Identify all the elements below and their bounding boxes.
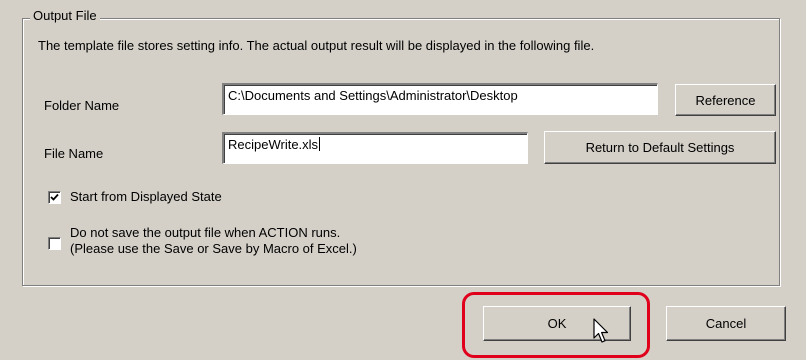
do-not-save-label-line1[interactable]: Do not save the output file when ACTION … xyxy=(70,225,340,240)
start-from-displayed-checkbox[interactable] xyxy=(48,191,61,204)
file-name-input[interactable]: RecipeWrite.xls xyxy=(222,132,528,164)
return-to-default-button[interactable]: Return to Default Settings xyxy=(544,131,776,164)
do-not-save-checkbox[interactable] xyxy=(48,237,61,250)
file-name-label: File Name xyxy=(44,146,104,161)
output-file-dialog: Output File The template file stores set… xyxy=(0,0,806,360)
folder-name-input[interactable]: C:\Documents and Settings\Administrator\… xyxy=(222,83,658,115)
do-not-save-label-line2[interactable]: (Please use the Save or Save by Macro of… xyxy=(70,241,357,256)
ok-highlight-frame xyxy=(462,292,650,358)
reference-button[interactable]: Reference xyxy=(675,84,776,116)
group-title: Output File xyxy=(30,8,100,23)
cancel-button[interactable]: Cancel xyxy=(666,306,786,341)
check-icon xyxy=(50,193,59,201)
folder-name-label: Folder Name xyxy=(44,98,120,113)
mouse-pointer-icon xyxy=(593,318,609,343)
text-caret xyxy=(319,137,321,151)
folder-name-value: C:\Documents and Settings\Administrator\… xyxy=(228,88,518,103)
start-from-displayed-label[interactable]: Start from Displayed State xyxy=(70,189,222,204)
group-description: The template file stores setting info. T… xyxy=(38,38,595,53)
file-name-value: RecipeWrite.xls xyxy=(228,137,319,152)
